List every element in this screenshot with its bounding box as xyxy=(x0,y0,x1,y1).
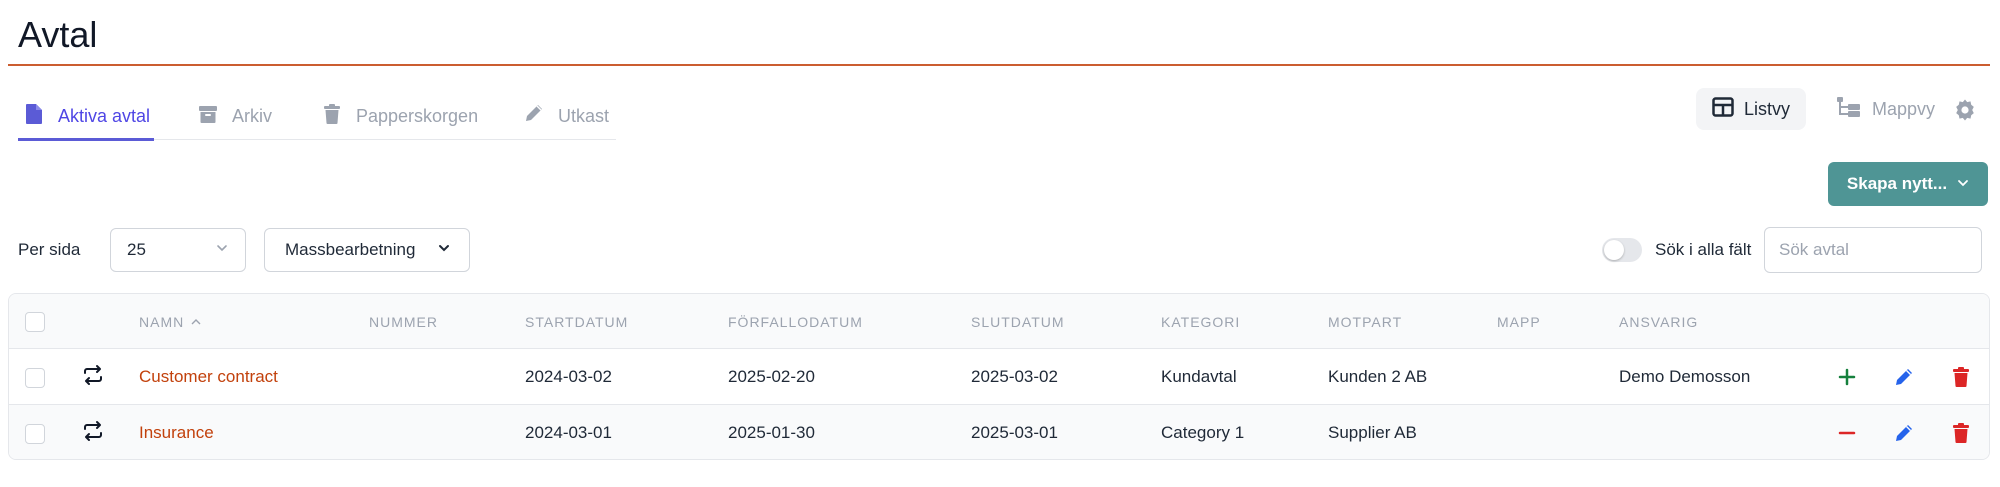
archive-icon xyxy=(198,103,218,130)
bulk-edit-dropdown[interactable]: Massbearbetning xyxy=(264,228,470,272)
search-input[interactable] xyxy=(1764,227,1982,273)
select-all-checkbox[interactable] xyxy=(25,312,45,332)
tab-label: Aktiva avtal xyxy=(58,105,151,126)
page-title: Avtal xyxy=(18,14,98,55)
contract-name-link[interactable]: Insurance xyxy=(139,422,214,444)
column-header-due-date[interactable]: FÖRFALLODATUM xyxy=(728,313,863,331)
pencil-icon xyxy=(524,103,544,130)
per-page-value: 25 xyxy=(127,240,146,259)
table-header: NAMN NUMMER STARTDATUM FÖRFALLODATUM SLU… xyxy=(9,294,1989,349)
tab-archive[interactable]: Arkiv xyxy=(198,92,272,140)
edit-pencil-icon[interactable] xyxy=(1892,421,1916,445)
list-view-button[interactable]: Listvy xyxy=(1696,88,1807,130)
due-date: 2025-02-20 xyxy=(728,367,815,386)
column-header-end-date[interactable]: SLUTDATUM xyxy=(971,313,1065,331)
tab-label: Papperskorgen xyxy=(356,105,479,126)
counterparty: Kunden 2 AB xyxy=(1328,367,1428,386)
responsible: Demo Demosson xyxy=(1619,367,1751,386)
delete-trash-icon[interactable] xyxy=(1949,421,1973,445)
bulk-edit-label: Massbearbetning xyxy=(285,240,416,259)
column-header-counterparty[interactable]: MOTPART xyxy=(1328,313,1402,331)
search-all-fields-label: Sök i alla fält xyxy=(1655,240,1752,259)
column-header-start-date[interactable]: STARTDATUM xyxy=(525,313,628,331)
tab-trash[interactable]: Papperskorgen xyxy=(322,92,478,140)
create-new-button[interactable]: Skapa nytt... xyxy=(1828,162,1988,206)
column-header-folder[interactable]: MAPP xyxy=(1497,313,1541,331)
column-header-name[interactable]: NAMN xyxy=(139,313,202,331)
toggle-knob xyxy=(1604,240,1624,260)
tab-drafts[interactable]: Utkast xyxy=(524,92,609,140)
create-new-label: Skapa nytt... xyxy=(1846,174,1948,193)
column-header-label: NAMN xyxy=(139,314,185,330)
table-icon xyxy=(1712,96,1734,122)
row-checkbox[interactable] xyxy=(25,368,45,388)
per-page-select[interactable]: 25 xyxy=(110,228,246,272)
end-date: 2025-03-01 xyxy=(971,423,1058,442)
table-row[interactable]: Customer contract 2024-03-02 2025-02-20 … xyxy=(9,349,1989,405)
start-date: 2024-03-01 xyxy=(525,423,612,442)
contract-name-link[interactable]: Customer contract xyxy=(139,366,278,388)
column-header-number[interactable]: NUMMER xyxy=(369,313,438,331)
per-page-label: Per sida xyxy=(18,240,81,259)
category: Kundavtal xyxy=(1161,367,1237,386)
chevron-down-icon xyxy=(1957,174,1969,194)
tab-label: Arkiv xyxy=(232,105,272,126)
sort-ascending-icon xyxy=(190,313,202,331)
list-view-label: Listvy xyxy=(1744,98,1791,119)
tab-label: Utkast xyxy=(558,105,610,126)
counterparty: Supplier AB xyxy=(1328,423,1417,442)
row-checkbox[interactable] xyxy=(25,424,45,444)
gear-icon[interactable] xyxy=(1952,97,1978,123)
folder-view-label: Mappvy xyxy=(1872,98,1936,119)
start-date: 2024-03-02 xyxy=(525,367,612,386)
folder-view-button[interactable]: Mappvy xyxy=(1820,88,1951,130)
folder-tree-icon xyxy=(1836,96,1862,123)
contracts-table: NAMN NUMMER STARTDATUM FÖRFALLODATUM SLU… xyxy=(8,293,1990,460)
chevron-down-icon xyxy=(437,240,451,260)
category: Category 1 xyxy=(1161,423,1245,442)
trash-icon xyxy=(322,103,342,130)
delete-trash-icon[interactable] xyxy=(1949,365,1973,389)
repeat-icon xyxy=(81,363,105,387)
edit-pencil-icon[interactable] xyxy=(1892,365,1916,389)
table-row[interactable]: Insurance 2024-03-01 2025-01-30 2025-03-… xyxy=(9,405,1989,459)
column-header-responsible[interactable]: ANSVARIG xyxy=(1619,313,1698,331)
end-date: 2025-03-02 xyxy=(971,367,1058,386)
active-tab-indicator xyxy=(18,138,154,141)
plus-icon[interactable] xyxy=(1835,365,1859,389)
chevron-down-icon xyxy=(215,240,229,260)
minus-icon[interactable] xyxy=(1835,421,1859,445)
file-icon xyxy=(24,103,44,130)
due-date: 2025-01-30 xyxy=(728,423,815,442)
column-header-category[interactable]: KATEGORI xyxy=(1161,313,1240,331)
title-divider xyxy=(8,64,1990,66)
repeat-icon xyxy=(81,419,105,443)
tab-active-contracts[interactable]: Aktiva avtal xyxy=(24,92,150,140)
